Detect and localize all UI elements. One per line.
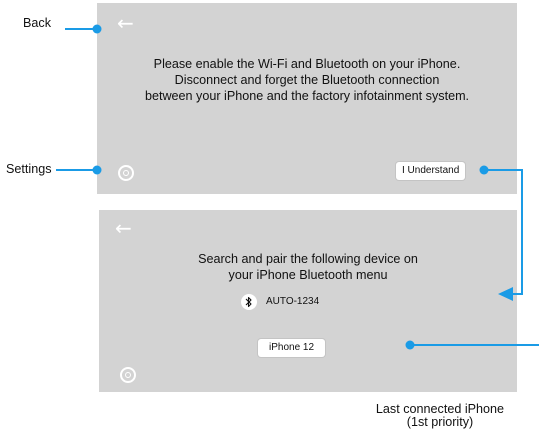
understand-callout-line	[486, 169, 523, 295]
last-connected-callout-line	[410, 344, 539, 346]
flow-arrowhead	[498, 287, 513, 301]
settings-callout-dot	[92, 165, 102, 175]
last-connected-callout-dot	[405, 340, 415, 350]
understand-callout-dot	[479, 165, 489, 175]
callout-lines	[56, 24, 539, 350]
back-callout-dot	[92, 24, 102, 34]
